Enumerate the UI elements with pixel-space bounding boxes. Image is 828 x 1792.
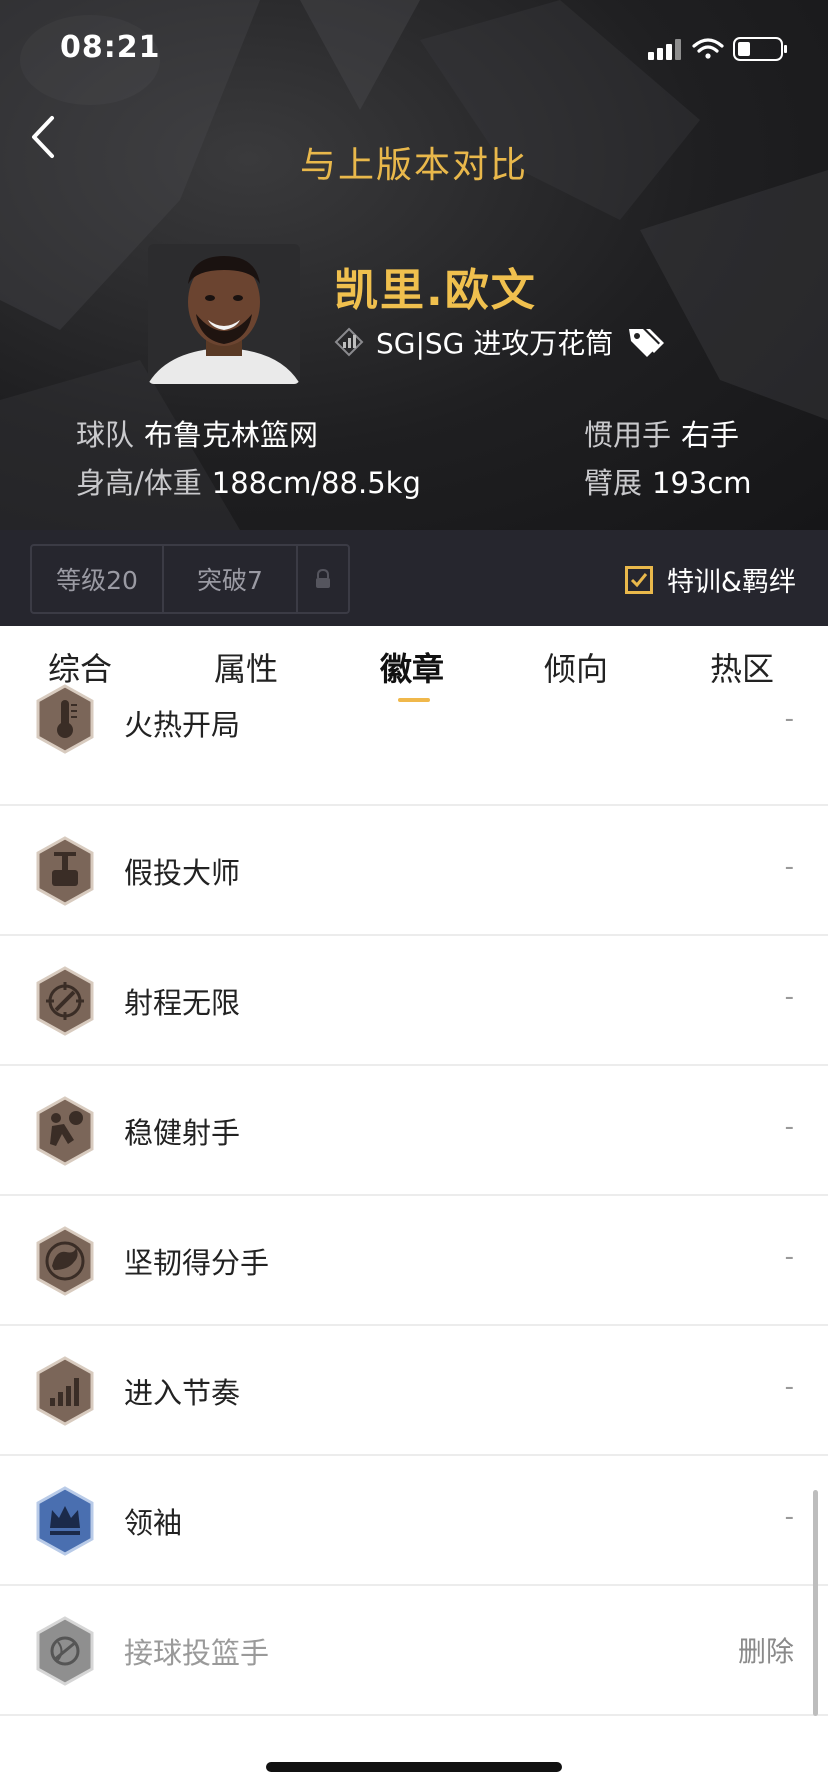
badge-value: - (784, 852, 794, 882)
status-time: 08:21 (60, 30, 161, 65)
list-item[interactable]: 射程无限 - (0, 936, 828, 1066)
training-toggle[interactable]: 特训&羁绊 (624, 560, 796, 599)
badge-value: - (784, 704, 794, 734)
breakthrough-selector[interactable]: 突破7 (164, 546, 298, 612)
list-item[interactable]: 进入节奏 - (0, 1326, 828, 1456)
grade-selector[interactable]: 等级20 (32, 546, 164, 612)
badge-name: 接球投篮手 (124, 1636, 270, 1670)
list-item[interactable]: 假投大师 - (0, 806, 828, 936)
badge-name: 稳健射手 (124, 1116, 241, 1150)
shooter-icon (36, 1096, 94, 1166)
wingspan-info: 臂展 193cm (584, 460, 752, 502)
level-group: 等级20 突破7 (30, 544, 350, 614)
status-bar: 08:21 (0, 0, 828, 100)
position-icon (334, 327, 364, 357)
wifi-icon (692, 38, 724, 59)
crown-icon (36, 1486, 94, 1556)
player-avatar (148, 244, 300, 384)
muscle-icon (36, 1226, 94, 1296)
hand-info: 惯用手 右手 (584, 412, 739, 454)
height-weight-label: 身高/体重 (76, 466, 202, 500)
player-position: SG|SG 进攻万花筒 (376, 327, 614, 360)
tag-icon[interactable] (627, 325, 665, 359)
hand-value: 右手 (681, 418, 740, 452)
home-indicator[interactable] (266, 1762, 562, 1772)
training-checkbox[interactable] (624, 565, 653, 594)
team-label: 球队 (76, 418, 135, 452)
training-label: 特训&羁绊 (666, 567, 796, 598)
list-item[interactable]: 火热开局 - (0, 676, 828, 806)
lock-button[interactable] (298, 546, 348, 612)
height-weight-value: 188cm/88.5kg (211, 466, 421, 500)
badge-value: - (784, 1502, 794, 1532)
list-item[interactable]: 坚韧得分手 - (0, 1196, 828, 1326)
level-bar: 等级20 突破7 特训&羁绊 (0, 530, 828, 626)
scrollbar-thumb[interactable] (813, 1490, 818, 1716)
badge-name: 进入节奏 (124, 1376, 241, 1410)
badge-name: 假投大师 (124, 856, 241, 890)
list-item[interactable]: 接球投篮手 删除 (0, 1586, 828, 1716)
list-item[interactable]: 稳健射手 - (0, 1066, 828, 1196)
badge-name: 射程无限 (124, 986, 241, 1020)
height-weight-info: 身高/体重 188cm/88.5kg (76, 460, 421, 502)
badge-name: 火热开局 (124, 708, 241, 742)
page-title: 与上版本对比 (299, 145, 528, 186)
team-value: 布鲁克林篮网 (144, 418, 319, 452)
player-name: 凯里.欧文 (334, 265, 537, 316)
badge-value: - (784, 1242, 794, 1272)
badge-value: - (784, 1372, 794, 1402)
signal-bars-icon (36, 1356, 94, 1426)
wingspan-value: 193cm (652, 466, 752, 500)
catch-shoot-icon (36, 1616, 94, 1686)
team-info: 球队 布鲁克林篮网 (76, 412, 318, 454)
badge-value: - (784, 982, 794, 1012)
badge-name: 坚韧得分手 (124, 1246, 270, 1280)
player-hero: 08:21 与上版本对比 凯里.欧文 SG|SG 进攻万花筒 球队 布鲁克林篮网… (0, 0, 828, 530)
cellular-signal-icon (648, 39, 681, 60)
pump-fake-icon (36, 836, 94, 906)
badge-value: - (784, 1112, 794, 1142)
wingspan-label: 臂展 (584, 466, 643, 500)
hand-label: 惯用手 (584, 418, 672, 452)
crosshair-icon (36, 966, 94, 1036)
badge-name: 领袖 (124, 1506, 183, 1540)
status-icons (648, 37, 787, 61)
checkmark-icon (630, 572, 648, 587)
list-item[interactable]: 领袖 - (0, 1456, 828, 1586)
delete-button[interactable]: 删除 (738, 1630, 794, 1670)
lock-icon (316, 569, 330, 588)
battery-icon (733, 37, 787, 61)
player-position-row: SG|SG 进攻万花筒 (334, 322, 665, 362)
thermometer-icon (36, 684, 94, 754)
